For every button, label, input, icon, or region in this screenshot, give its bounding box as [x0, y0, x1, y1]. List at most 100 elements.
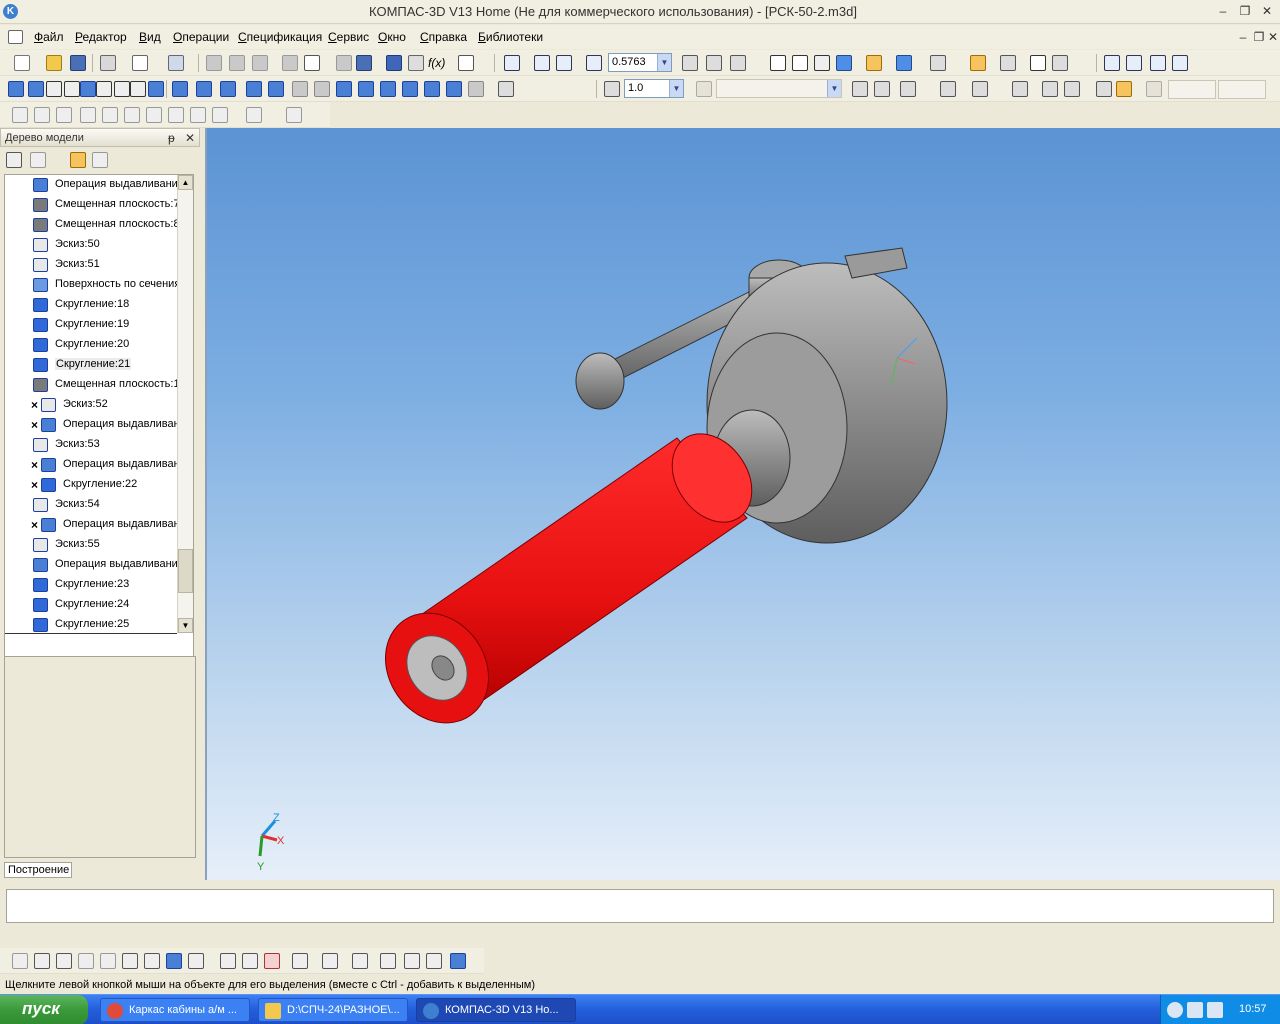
tab-construction[interactable]: Построение [4, 862, 72, 878]
array-op-icon[interactable] [424, 81, 440, 97]
geom-line-icon[interactable] [34, 953, 50, 969]
close-icon[interactable]: ✕ [185, 131, 195, 145]
scroll-up-icon[interactable]: ▲ [178, 175, 193, 190]
add-point-icon[interactable] [286, 107, 302, 123]
menu-view[interactable]: Вид [139, 30, 161, 44]
point-tool-icon[interactable] [1172, 55, 1188, 71]
tree-mode-icon[interactable] [70, 152, 86, 168]
tree-item[interactable]: Смещенная плоскость:1 [5, 375, 181, 395]
mirror-op-icon[interactable] [446, 81, 462, 97]
context-help-icon[interactable] [458, 55, 474, 71]
bisector-icon[interactable] [212, 107, 228, 123]
intersect-icon[interactable] [56, 107, 72, 123]
geom-dims-icon[interactable] [380, 953, 396, 969]
format-painter-icon[interactable] [282, 55, 298, 71]
angle-snap-icon[interactable] [1042, 81, 1058, 97]
undo-history-icon[interactable] [900, 81, 916, 97]
snap-toggle-icon[interactable] [1116, 81, 1132, 97]
x-coord-field[interactable] [1168, 80, 1216, 99]
extrude-op-icon[interactable] [172, 81, 188, 97]
scroll-thumb[interactable] [178, 549, 193, 593]
shaded-icon[interactable] [836, 55, 852, 71]
sweep-op-icon[interactable] [220, 81, 236, 97]
start-button[interactable]: пуск [0, 995, 88, 1024]
geom-polyline-icon[interactable] [166, 953, 182, 969]
print-preview-icon[interactable] [132, 55, 148, 71]
new-file-icon[interactable] [14, 55, 30, 71]
perpendicular-icon[interactable] [146, 107, 162, 123]
menu-file[interactable]: Файл [34, 30, 64, 44]
geom-rect-icon[interactable] [122, 953, 138, 969]
filter-funnel-icon[interactable] [80, 81, 96, 97]
angle-icon[interactable] [64, 81, 80, 97]
task-explorer[interactable]: D:\СПЧ-24\РАЗНОЕ\... [258, 998, 408, 1022]
geom-circle-icon[interactable] [56, 953, 72, 969]
scroll-down-icon[interactable]: ▼ [178, 618, 193, 633]
menu-edit[interactable]: Редактор [75, 30, 127, 44]
cut-extrude-icon[interactable] [268, 81, 284, 97]
tree-item[interactable]: Смещенная плоскость:8 [5, 215, 181, 235]
hole-icon[interactable] [292, 81, 308, 97]
loft-op-icon[interactable] [246, 81, 262, 97]
revolve-op-icon[interactable] [196, 81, 212, 97]
tree-item[interactable]: Скругление:20 [5, 335, 181, 355]
draft-op-icon[interactable] [402, 81, 418, 97]
point-icon[interactable] [12, 107, 28, 123]
local-cs-icon[interactable] [874, 81, 890, 97]
properties-bar[interactable] [6, 889, 1274, 923]
coords-icon[interactable] [1146, 81, 1162, 97]
tree-item[interactable]: Скругление:18 [5, 295, 181, 315]
hose-nozzle-red[interactable] [364, 419, 768, 743]
document-menu-icon[interactable] [8, 30, 23, 44]
sketch-edit-icon[interactable] [852, 81, 868, 97]
geom-spline-icon[interactable] [144, 953, 160, 969]
wireframe-icon[interactable] [770, 55, 786, 71]
save-icon[interactable] [70, 55, 86, 71]
tree-item[interactable]: Скругление:23 [5, 575, 181, 595]
zoom-in-icon[interactable] [534, 55, 550, 71]
snap-icon[interactable] [970, 55, 986, 71]
tree-item[interactable]: × Эскиз:52 [5, 395, 181, 415]
cut-icon[interactable] [206, 55, 222, 71]
tree-item[interactable]: × Операция выдавливания [5, 515, 181, 535]
rib-icon[interactable] [314, 81, 330, 97]
eraser-icon[interactable] [940, 81, 956, 97]
tree-item[interactable]: Скругление:25 [5, 615, 181, 635]
geom-bezier-icon[interactable] [188, 953, 204, 969]
tree-item[interactable]: Эскиз:51 [5, 255, 181, 275]
grid-icon[interactable] [972, 81, 988, 97]
geom-fillet-icon[interactable] [426, 953, 442, 969]
geom-chamfer-icon[interactable] [404, 953, 420, 969]
tree-item[interactable]: Эскиз:53 [5, 435, 181, 455]
tree-detail-icon[interactable] [92, 152, 108, 168]
print-icon[interactable] [100, 55, 116, 71]
menu-window[interactable]: Окно [378, 30, 406, 44]
tree-item[interactable]: Поверхность по сечениям [5, 275, 181, 295]
geom-trim-icon[interactable] [292, 953, 308, 969]
chevron-down-icon[interactable]: ▼ [669, 80, 683, 97]
orientation-icon[interactable] [730, 55, 746, 71]
rebuild-icon[interactable] [1052, 55, 1068, 71]
manager-icon[interactable] [168, 55, 184, 71]
tree-structure-icon[interactable] [6, 152, 22, 168]
pin-icon[interactable]: ᵽ [168, 131, 175, 145]
library-manager-icon[interactable] [408, 55, 424, 71]
tree-item[interactable]: × Операция выдавливания [5, 415, 181, 435]
zoom-combo[interactable]: 0.5763 ▼ [608, 53, 672, 72]
sketch-mode-icon[interactable] [28, 81, 44, 97]
center-icon[interactable] [190, 107, 206, 123]
line-tool-icon[interactable] [1104, 55, 1120, 71]
tree-item[interactable]: Смещенная плоскость:7 [5, 195, 181, 215]
zoom-out-icon[interactable] [556, 55, 572, 71]
geom-point-icon[interactable] [12, 953, 28, 969]
maximize-button[interactable]: ❐ [1236, 3, 1254, 19]
geom-equidistant-icon[interactable] [242, 953, 258, 969]
tray-volume-icon[interactable] [1207, 1002, 1223, 1018]
tree-view-icon[interactable] [30, 152, 46, 168]
task-chrome[interactable]: Каркас кабины а/м ... [100, 998, 250, 1022]
zoom-window-icon[interactable] [504, 55, 520, 71]
geom-project-icon[interactable] [352, 953, 368, 969]
shaded-edges-icon[interactable] [866, 55, 882, 71]
report-icon[interactable] [1030, 55, 1046, 71]
pan-icon[interactable] [682, 55, 698, 71]
